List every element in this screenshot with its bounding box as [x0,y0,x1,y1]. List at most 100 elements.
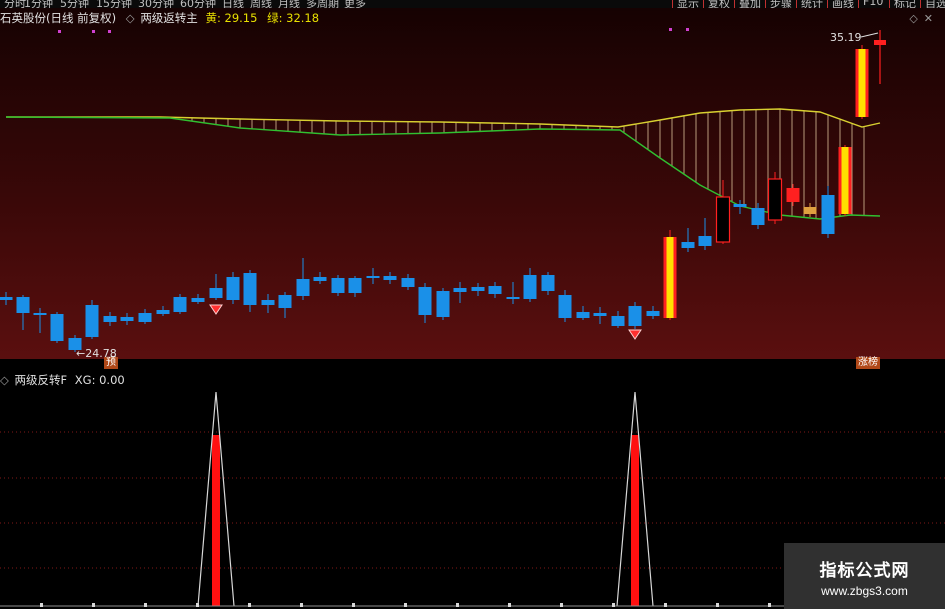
main-title-row: 石英股份(日线 前复权) ◇ 两级返转主 黄: 29.15 绿: 32.18 [0,10,319,26]
baseline-tick [664,603,667,607]
buy-signal-icon [628,329,642,340]
candle-body [436,291,450,317]
main-indicator-name[interactable]: 两级返转主 [140,10,198,26]
candle-body [209,288,223,298]
sub-title-row: ◇ 两级反转F XG: 0.00 [0,372,125,388]
chart-drawing: 35.19←24.78 [0,28,945,607]
candle-body [767,178,783,221]
baseline-tick [92,603,95,607]
candle-body [16,297,30,313]
baseline-tick [456,603,459,607]
watermark-logo: 指标公式网 www.zbgs3.com [784,543,945,609]
candle-body [803,207,817,214]
signal-bar [666,237,674,318]
candle-body [173,297,187,312]
candle-body [523,275,537,299]
baseline-tick [768,603,771,607]
candle-body [278,295,292,308]
candle-body [33,313,47,315]
baseline-tick [404,603,407,607]
yellow-line-value: 29.15 [224,11,258,25]
candle-body [226,277,240,300]
signal-bar [858,49,866,117]
sub-indicator-name[interactable]: 两级反转F [15,372,68,388]
candle-body [681,242,695,248]
candle-body [576,312,590,318]
candle-body [698,236,712,246]
close-icon[interactable]: ✕ [924,12,939,25]
high-price-label: 35.19 [830,31,862,44]
candle-body [488,286,502,294]
stock-name-label[interactable]: 石英股份(日线 前复权) [0,10,116,26]
sub-indicator-icon[interactable]: ◇ [0,373,9,387]
baseline-tick [352,603,355,607]
indicator-dropdown-icon[interactable]: ◇ [126,11,135,25]
candle-body [874,40,886,45]
candle-body [558,295,572,318]
candle-body [313,277,327,281]
candle-body [85,305,99,337]
candle-body [471,287,485,291]
candle-body [348,278,362,293]
candle-body [243,273,257,305]
candle-body [453,288,467,292]
candle-body [821,195,835,234]
candle-body [103,316,117,322]
candle-body [786,188,800,202]
panel-divider [0,358,945,371]
baseline-tick [716,603,719,607]
baseline-tick [196,603,199,607]
candle-body [733,204,747,207]
candle-body [366,276,380,278]
candle-body [331,278,345,293]
candle-body [593,313,607,316]
candle-body [50,314,64,341]
baseline-tick [40,603,43,607]
candle-body [0,297,13,300]
xg-value: XG: 0.00 [74,373,125,387]
candle-body [191,298,205,302]
candle-body [120,317,134,321]
candle-body [628,306,642,326]
candle-body [751,208,765,225]
diamond-icon[interactable]: ◇ [909,12,923,25]
event-marker [108,30,111,33]
candle-body [418,287,432,315]
tag-pre: 预 [104,357,118,369]
candle-body [715,196,731,243]
candle-body [138,313,152,322]
baseline-tick [612,603,615,607]
xg-signal-bar [631,435,639,606]
event-marker [669,28,672,31]
panel-tools: ◇✕ [909,12,939,25]
baseline-tick [560,603,563,607]
tag-rank: 涨榜 [856,357,880,369]
candle-body [506,297,520,299]
candle-body [296,279,310,296]
candle-body [646,311,660,316]
candle-body [541,275,555,291]
main-chart-group: 35.19←24.78 [0,28,886,360]
high-arrow [860,32,879,38]
event-marker [686,28,689,31]
candle-body [261,300,275,305]
xg-signal-bar [212,435,220,606]
baseline-tick [300,603,303,607]
event-marker [92,30,95,33]
yellow-line-label: 黄: [205,11,221,25]
watermark-url: www.zbgs3.com [821,584,908,598]
candle-body [401,278,415,287]
green-line [5,116,881,220]
baseline-tick [508,603,511,607]
green-line-value: 32.18 [286,11,320,25]
candle-body [156,310,170,314]
candle-body [383,276,397,280]
candle-body [611,316,625,326]
signal-bar [841,147,849,214]
baseline-tick [144,603,147,607]
green-line-label: 绿: [267,11,283,25]
buy-signal-icon [209,304,223,315]
event-marker [58,30,61,33]
baseline-tick [248,603,251,607]
watermark-name: 指标公式网 [819,561,910,581]
